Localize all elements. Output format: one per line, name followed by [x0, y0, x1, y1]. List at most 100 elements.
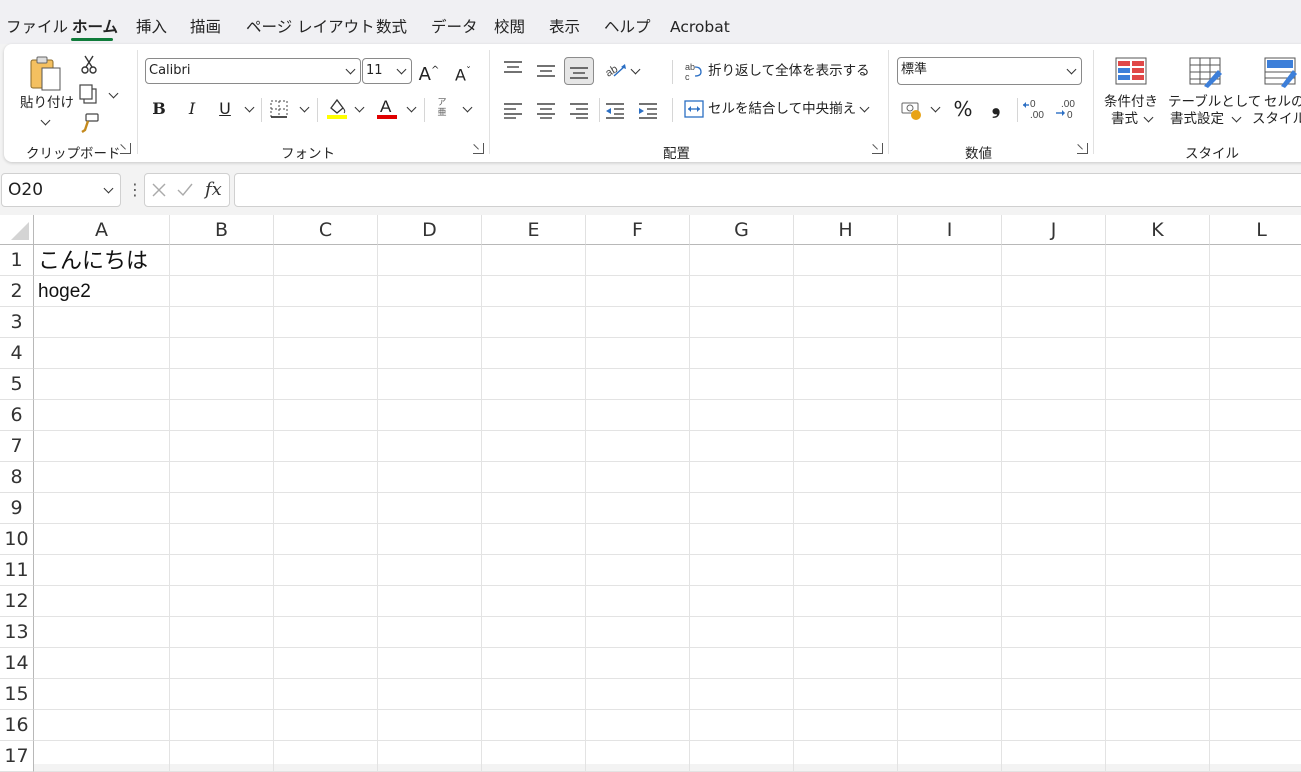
cell-F11[interactable] — [586, 555, 690, 586]
cell-L7[interactable] — [1210, 431, 1301, 462]
number-launcher-icon[interactable] — [1077, 143, 1088, 154]
tab-file[interactable]: ファイル — [6, 17, 68, 37]
cell-F2[interactable] — [586, 276, 690, 307]
align-bottom-button[interactable] — [564, 57, 594, 85]
cell-E10[interactable] — [482, 524, 586, 555]
cell-I5[interactable] — [898, 369, 1002, 400]
cell-H4[interactable] — [794, 338, 898, 369]
cell-D1[interactable] — [378, 245, 482, 276]
cell-E7[interactable] — [482, 431, 586, 462]
cell-F3[interactable] — [586, 307, 690, 338]
cell-F8[interactable] — [586, 462, 690, 493]
cell-I7[interactable] — [898, 431, 1002, 462]
row-header-6[interactable]: 6 — [0, 400, 34, 431]
orientation-icon[interactable]: ab — [603, 60, 628, 84]
row-header-1[interactable]: 1 — [0, 245, 34, 276]
conditional-formatting-icon[interactable] — [1114, 56, 1148, 90]
cell-I1[interactable] — [898, 245, 1002, 276]
cell-J14[interactable] — [1002, 648, 1106, 679]
cell-D10[interactable] — [378, 524, 482, 555]
cell-A15[interactable] — [34, 679, 170, 710]
cell-E16[interactable] — [482, 710, 586, 741]
italic-button[interactable]: I — [181, 98, 203, 120]
cell-C16[interactable] — [274, 710, 378, 741]
cell-F1[interactable] — [586, 245, 690, 276]
cell-J17[interactable] — [1002, 741, 1106, 772]
underline-dropdown-chevron-icon[interactable] — [244, 102, 255, 113]
cell-H8[interactable] — [794, 462, 898, 493]
align-left-icon[interactable] — [502, 101, 524, 123]
cell-C10[interactable] — [274, 524, 378, 555]
clipboard-launcher-icon[interactable] — [120, 143, 131, 154]
cell-H15[interactable] — [794, 679, 898, 710]
row-header-14[interactable]: 14 — [0, 648, 34, 679]
cell-D16[interactable] — [378, 710, 482, 741]
cell-L10[interactable] — [1210, 524, 1301, 555]
cell-B3[interactable] — [170, 307, 274, 338]
cell-styles-label-2[interactable]: スタイル — [1252, 111, 1301, 128]
cell-H5[interactable] — [794, 369, 898, 400]
cell-K14[interactable] — [1106, 648, 1210, 679]
cell-I10[interactable] — [898, 524, 1002, 555]
font-color-dropdown-chevron-icon[interactable] — [406, 102, 417, 113]
cell-E8[interactable] — [482, 462, 586, 493]
cell-F13[interactable] — [586, 617, 690, 648]
cell-E3[interactable] — [482, 307, 586, 338]
row-header-17[interactable]: 17 — [0, 741, 34, 772]
cell-H6[interactable] — [794, 400, 898, 431]
cell-D3[interactable] — [378, 307, 482, 338]
cell-G11[interactable] — [690, 555, 794, 586]
column-header-L[interactable]: L — [1210, 215, 1301, 245]
cell-I11[interactable] — [898, 555, 1002, 586]
accounting-format-icon[interactable] — [901, 100, 923, 124]
cell-I4[interactable] — [898, 338, 1002, 369]
cell-K12[interactable] — [1106, 586, 1210, 617]
cell-C9[interactable] — [274, 493, 378, 524]
cell-B1[interactable] — [170, 245, 274, 276]
cell-I8[interactable] — [898, 462, 1002, 493]
cell-E15[interactable] — [482, 679, 586, 710]
tab-acrobat[interactable]: Acrobat — [670, 17, 730, 37]
cell-I2[interactable] — [898, 276, 1002, 307]
align-middle-icon[interactable] — [535, 62, 557, 84]
cell-A6[interactable] — [34, 400, 170, 431]
cell-A11[interactable] — [34, 555, 170, 586]
cell-L3[interactable] — [1210, 307, 1301, 338]
cell-C14[interactable] — [274, 648, 378, 679]
cell-J15[interactable] — [1002, 679, 1106, 710]
decrease-font-size-icon[interactable]: Aˇ — [452, 61, 474, 84]
row-header-16[interactable]: 16 — [0, 710, 34, 741]
cell-B15[interactable] — [170, 679, 274, 710]
format-as-table-label-1[interactable]: テーブルとして — [1168, 94, 1261, 111]
cell-B9[interactable] — [170, 493, 274, 524]
cell-styles-icon[interactable] — [1263, 56, 1299, 92]
cell-K6[interactable] — [1106, 400, 1210, 431]
cell-I16[interactable] — [898, 710, 1002, 741]
wrap-text-icon[interactable]: ab c — [684, 61, 704, 85]
align-center-icon[interactable] — [535, 101, 557, 123]
tab-review[interactable]: 校閲 — [494, 17, 525, 37]
column-header-D[interactable]: D — [378, 215, 482, 245]
cell-G8[interactable] — [690, 462, 794, 493]
cell-B13[interactable] — [170, 617, 274, 648]
cancel-icon[interactable] — [151, 182, 167, 202]
name-box[interactable]: O20 — [1, 173, 121, 207]
cell-H16[interactable] — [794, 710, 898, 741]
cell-A13[interactable] — [34, 617, 170, 648]
cell-K5[interactable] — [1106, 369, 1210, 400]
cell-C12[interactable] — [274, 586, 378, 617]
cell-F15[interactable] — [586, 679, 690, 710]
cell-K2[interactable] — [1106, 276, 1210, 307]
format-as-table-icon[interactable] — [1188, 56, 1224, 92]
cell-L2[interactable] — [1210, 276, 1301, 307]
fill-color-icon[interactable] — [326, 96, 348, 124]
cell-B12[interactable] — [170, 586, 274, 617]
cell-I13[interactable] — [898, 617, 1002, 648]
cell-H2[interactable] — [794, 276, 898, 307]
cell-J9[interactable] — [1002, 493, 1106, 524]
column-header-J[interactable]: J — [1002, 215, 1106, 245]
cell-E17[interactable] — [482, 741, 586, 772]
cell-B11[interactable] — [170, 555, 274, 586]
phonetic-dropdown-chevron-icon[interactable] — [462, 102, 473, 113]
cell-J12[interactable] — [1002, 586, 1106, 617]
